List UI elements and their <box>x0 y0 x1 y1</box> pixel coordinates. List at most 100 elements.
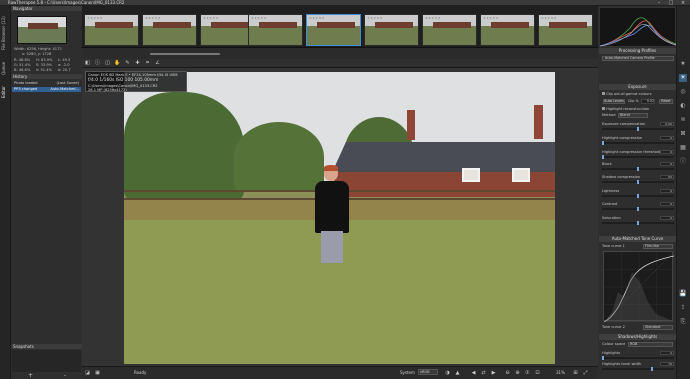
slider-value[interactable]: 0 <box>660 189 674 193</box>
soft-proof-icon[interactable]: ◑ <box>444 370 451 377</box>
remove-snapshot-button[interactable]: - <box>64 372 66 379</box>
slider-value[interactable]: 0 <box>660 202 674 206</box>
tonal-width-slider[interactable] <box>602 367 674 371</box>
adjustment-slider[interactable] <box>602 155 674 159</box>
tab-queue[interactable]: Queue <box>1 58 10 78</box>
slider-knob[interactable] <box>602 141 604 145</box>
filmstrip-thumb[interactable]: ★★★★★ <box>480 14 535 46</box>
hide-history-icon[interactable]: ◧ <box>84 60 91 67</box>
slider-knob[interactable] <box>602 155 604 159</box>
transform-tab-icon[interactable]: ⊠ <box>679 130 687 138</box>
exposure-header[interactable]: Exposure <box>599 84 676 90</box>
slider-label: Highlight compression <box>602 136 643 140</box>
navigator-coords: x: 5280, y: 1728 <box>22 52 52 56</box>
save-icon[interactable]: 💾 <box>679 290 687 298</box>
slider-value[interactable]: 0 <box>660 150 674 154</box>
raw-tab-icon[interactable]: ▦ <box>679 144 687 152</box>
filmstrip-thumb[interactable]: ★★★★★ <box>364 14 419 46</box>
histogram[interactable] <box>599 7 677 47</box>
reset-button[interactable]: Reset <box>659 99 673 104</box>
slider-knob[interactable] <box>637 167 639 171</box>
metadata-tab-icon[interactable]: ⓘ <box>679 158 687 166</box>
filmstrip-thumb[interactable]: ★★★★★ <box>248 14 303 46</box>
slider-value[interactable]: 50 <box>660 175 674 179</box>
adjustment-slider[interactable] <box>602 207 674 211</box>
filmstrip-scrollbar[interactable] <box>150 53 220 55</box>
sync-icon[interactable]: ⇄ <box>480 370 487 377</box>
profile-select[interactable]: Auto-Matched Camera Profile <box>602 56 674 61</box>
slider-knob[interactable] <box>637 221 639 225</box>
prev-image-icon[interactable]: ◀ <box>470 370 477 377</box>
filmstrip-thumb[interactable]: ★★★★★ <box>84 14 139 46</box>
queue-icon[interactable]: ⇪ <box>679 304 687 312</box>
auto-levels-button[interactable]: Auto Levels <box>603 99 625 104</box>
add-snapshot-button[interactable]: + <box>28 372 33 379</box>
zoom-100-icon[interactable]: ① <box>524 370 531 377</box>
processing-profiles-header[interactable]: Processing Profiles <box>599 48 676 54</box>
tone-curve-editor[interactable] <box>603 251 675 323</box>
shadows-highlights-header[interactable]: Shadows/Highlights <box>599 334 676 340</box>
next-image-icon[interactable]: ▶ <box>490 370 497 377</box>
tonal-width-value[interactable]: 70 <box>660 362 674 366</box>
zoom-in-icon[interactable]: ⊕ <box>514 370 521 377</box>
preview-modes-icon[interactable]: ◪ <box>84 370 91 377</box>
snapshots-list[interactable] <box>12 350 81 372</box>
color-tab-icon[interactable]: ◐ <box>679 102 687 110</box>
adjustment-slider[interactable] <box>602 127 674 131</box>
output-profile-select[interactable]: sRGB <box>418 369 438 375</box>
exposure-tab-icon[interactable]: ☀ <box>679 74 687 82</box>
clip-percent-input[interactable]: 0.02 <box>641 99 655 104</box>
history-item-selected[interactable]: PP3 changed Auto-Matched... <box>12 87 81 92</box>
white-balance-icon[interactable]: ✎ <box>124 60 131 67</box>
filmstrip-thumb[interactable]: ★★★★★ <box>142 14 197 46</box>
adjustment-slider[interactable] <box>602 221 674 225</box>
color-picker-icon[interactable]: ✚ <box>134 60 141 67</box>
tone-curve-2-mode[interactable]: Standard <box>643 325 673 330</box>
adjustment-slider[interactable] <box>602 141 674 145</box>
new-detail-window-icon[interactable]: ⊞ <box>572 370 579 377</box>
filmstrip-thumb[interactable]: ★★★★★ <box>200 14 255 46</box>
external-editor-icon[interactable]: ⎘ <box>679 318 687 326</box>
slider-value[interactable]: 0.00 <box>660 122 674 126</box>
slider-value[interactable]: 0 <box>660 216 674 220</box>
zoom-out-icon[interactable]: ⊖ <box>504 370 511 377</box>
favorites-tab-icon[interactable]: ★ <box>679 60 687 68</box>
slider-knob[interactable] <box>637 180 639 184</box>
filmstrip-thumb[interactable]: ★★★★★ <box>538 14 593 46</box>
straighten-icon[interactable]: ∠ <box>154 60 161 67</box>
crop-preview-icon[interactable]: ▣ <box>94 370 101 377</box>
zoom-fit-icon[interactable]: ⊡ <box>534 370 541 377</box>
info-icon[interactable]: ⓘ <box>94 60 101 67</box>
fullscreen-icon[interactable]: ⤢ <box>582 370 589 377</box>
highlight-reconstruction-checkbox[interactable]: Highlight reconstruction <box>602 107 674 112</box>
clip-percent-label: Clip % <box>628 99 639 103</box>
before-after-icon[interactable]: ◫ <box>104 60 111 67</box>
tone-curve-header[interactable]: Auto-Matched Tone Curve <box>599 236 676 242</box>
colour-space-select[interactable]: RGB <box>628 342 673 347</box>
photo-preview[interactable] <box>124 72 555 364</box>
slider-knob[interactable] <box>637 194 639 198</box>
slider-knob[interactable] <box>637 127 639 131</box>
adjustment-slider[interactable] <box>602 194 674 198</box>
gamut-warning-icon[interactable]: ▲ <box>454 370 461 377</box>
tab-editor[interactable]: Editor <box>1 82 10 102</box>
tab-file-browser[interactable]: File Browser (13) <box>1 10 10 56</box>
adjustment-slider[interactable] <box>602 180 674 184</box>
wavelet-tab-icon[interactable]: ≋ <box>679 116 687 124</box>
highlights-value[interactable]: 0 <box>660 351 674 355</box>
tone-curve-1-mode[interactable]: Film-like <box>643 244 673 249</box>
filmstrip-thumb[interactable]: ★★★★★ <box>422 14 477 46</box>
adjustment-slider[interactable] <box>602 167 674 171</box>
slider-knob[interactable] <box>637 207 639 211</box>
filmstrip-thumb-selected[interactable]: ★★★★★ <box>306 14 361 46</box>
hand-tool-icon[interactable]: ✋ <box>114 60 121 67</box>
highlights-slider[interactable] <box>602 356 674 360</box>
crop-icon[interactable]: ⌗ <box>144 60 151 67</box>
slider-value[interactable]: 0 <box>660 136 674 140</box>
history-item[interactable]: Photo loaded (Last Saved) <box>12 81 81 86</box>
navigator-preview[interactable] <box>17 16 67 44</box>
method-select[interactable]: Blend <box>618 113 648 118</box>
detail-tab-icon[interactable]: ◎ <box>679 88 687 96</box>
slider-value[interactable]: 0 <box>660 162 674 166</box>
clip-gamut-checkbox[interactable]: Clip out-of-gamut colours <box>602 92 674 97</box>
